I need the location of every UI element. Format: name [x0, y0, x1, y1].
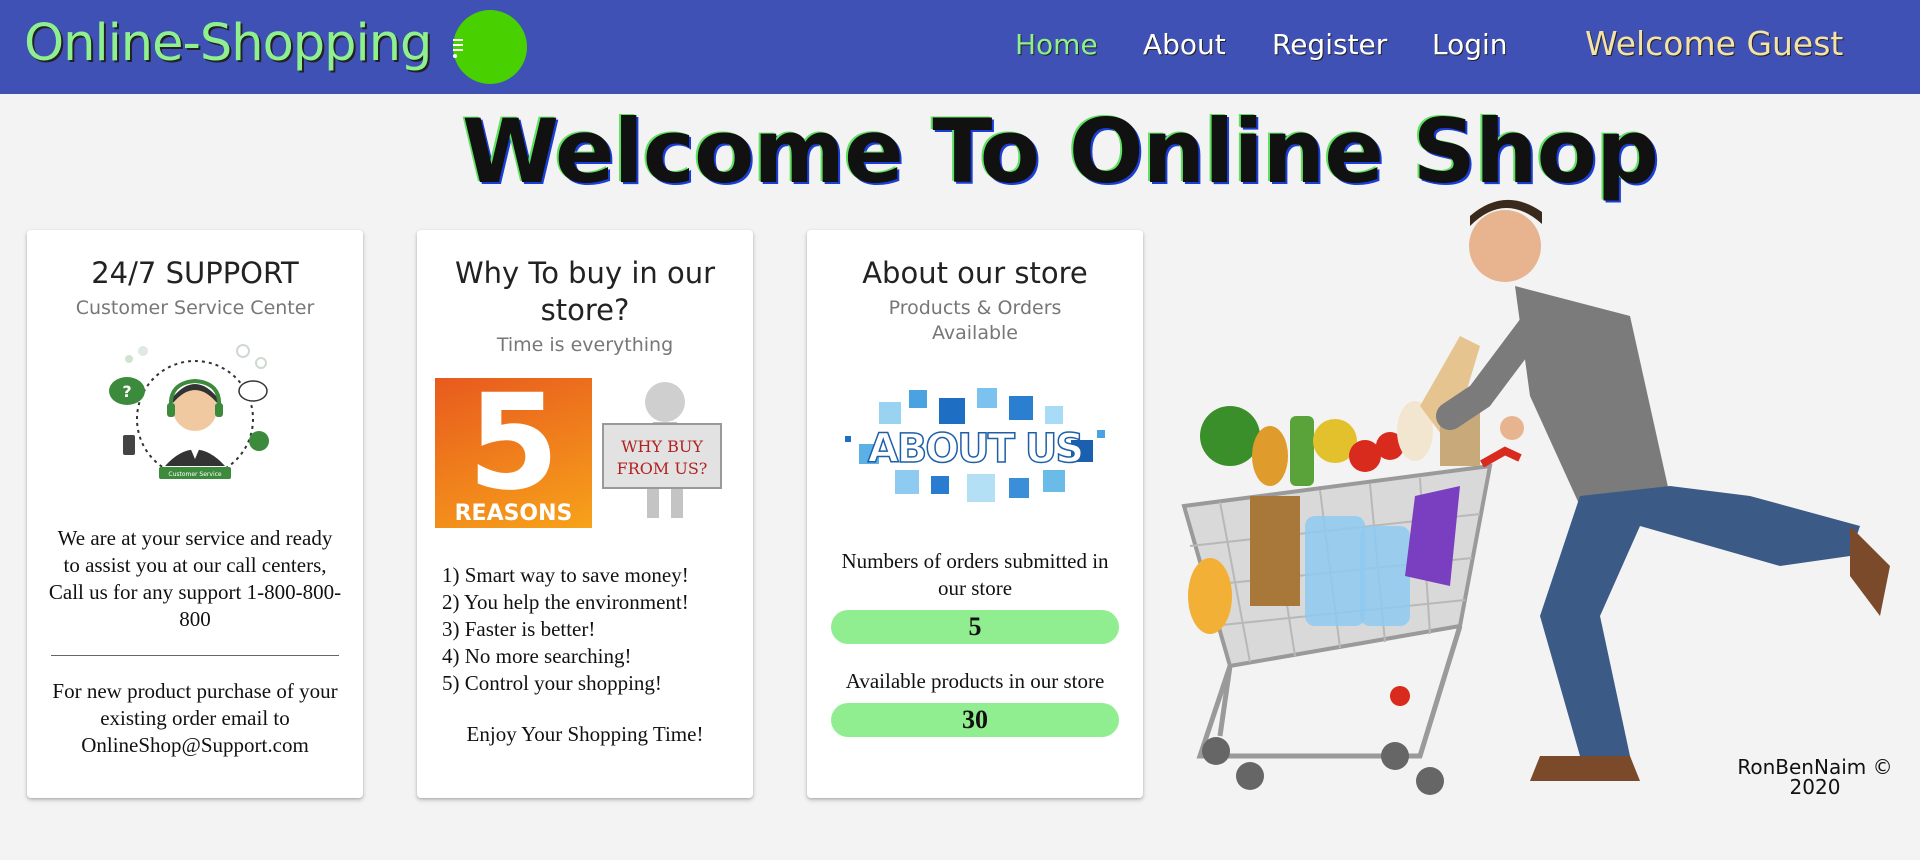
- reason-item: 4) No more searching!: [442, 644, 632, 668]
- about-us-image-text: ABOUT US: [868, 426, 1082, 472]
- reasons-list: 1) Smart way to save money! 2) You help …: [442, 562, 753, 697]
- about-card-title: About our store: [862, 256, 1088, 290]
- nav-home[interactable]: Home: [1015, 28, 1098, 61]
- reason-item: 1) Smart way to save money!: [442, 563, 689, 587]
- five-reasons-label: REASONS: [454, 501, 573, 526]
- nav-login[interactable]: Login: [1432, 28, 1508, 61]
- copyright-text: RonBenNaim © 2020: [1737, 755, 1893, 799]
- why-images: 5 REASONS WHY BUY FROM US?: [435, 366, 735, 528]
- enjoy-text: Enjoy Your Shopping Time!: [466, 722, 704, 746]
- reason-item: 5) Control your shopping!: [442, 671, 662, 695]
- why-card-subtitle: Time is everything: [496, 334, 674, 356]
- sign-line-2: FROM US?: [617, 459, 708, 478]
- why-buy-sign-image: WHY BUY FROM US?: [595, 378, 735, 528]
- nav-register[interactable]: Register: [1272, 28, 1387, 61]
- support-card-subtitle: Customer Service Center: [75, 297, 315, 319]
- orders-count-badge: 5: [831, 610, 1119, 644]
- reason-item: 2) You help the environment!: [442, 590, 689, 614]
- why-card: Why To buy in our store? Time is everyth…: [417, 230, 753, 798]
- divider: [51, 655, 339, 656]
- welcome-user-text: Welcome Guest: [1585, 24, 1844, 63]
- about-us-image: ABOUT US: [845, 388, 1105, 502]
- customer-service-image-label: Customer Service: [168, 471, 222, 478]
- customer-service-illustration: ? Customer Service: [109, 344, 269, 479]
- support-card-title: 24/7 SUPPORT: [91, 256, 299, 290]
- sign-line-1: WHY BUY: [621, 437, 703, 456]
- products-label: Available products in our store: [845, 669, 1105, 693]
- products-count-badge: 30: [831, 703, 1119, 737]
- hero-title: Welcome To Online Shop: [462, 100, 1659, 203]
- shopper-with-cart-image: [1181, 199, 1890, 795]
- nav-about[interactable]: About: [1143, 28, 1226, 61]
- why-card-title: Why To buy in our store?: [454, 256, 716, 327]
- five-reasons-number: 5: [467, 366, 560, 520]
- about-card: About our store Products & Orders Availa…: [807, 230, 1143, 798]
- reason-item: 3) Faster is better!: [442, 617, 596, 641]
- svg-text:?: ?: [122, 382, 131, 401]
- navbar: Online-Shopping Home About Register Logi…: [0, 0, 1920, 94]
- five-reasons-image: 5 REASONS: [435, 366, 592, 528]
- support-email-text: For new product purchase of your existin…: [52, 679, 338, 757]
- orders-label: Numbers of orders submitted in our store: [841, 549, 1109, 600]
- support-text: We are at your service and ready to assi…: [48, 526, 342, 631]
- support-card: 24/7 SUPPORT Customer Service Center ? C…: [27, 230, 363, 798]
- about-card-subtitle: Products & Orders Available: [888, 297, 1062, 344]
